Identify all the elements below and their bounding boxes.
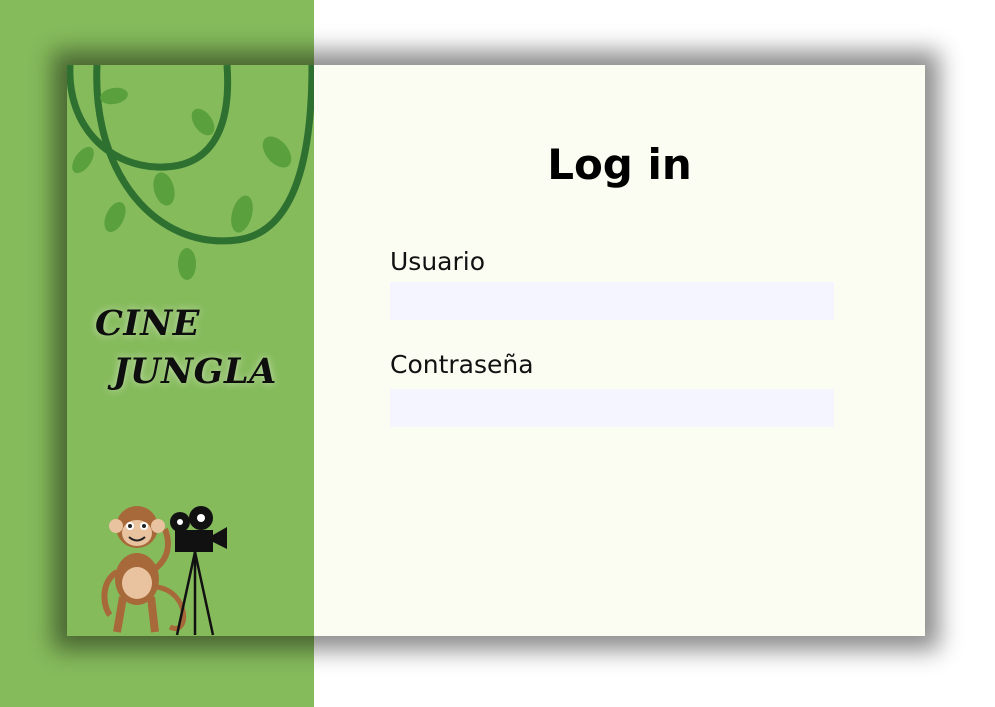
brand-panel: CINE JUNGLA: [67, 65, 314, 636]
login-card: CINE JUNGLA Log in Usuario Contraseña: [67, 65, 925, 636]
login-form-panel: Log in Usuario Contraseña: [314, 65, 925, 636]
password-input[interactable]: [390, 389, 834, 427]
page-title: Log in: [547, 140, 692, 189]
username-label: Usuario: [390, 247, 486, 276]
jungle-vines-icon: [67, 65, 314, 280]
monkey-camera-illustration: [101, 506, 227, 636]
username-input[interactable]: [390, 282, 834, 320]
brand-line-1: CINE: [95, 303, 200, 344]
movie-camera-icon: [170, 506, 227, 636]
password-label: Contraseña: [390, 350, 534, 379]
brand-line-2: JUNGLA: [113, 351, 277, 392]
brand-logo: CINE JUNGLA: [95, 300, 277, 396]
